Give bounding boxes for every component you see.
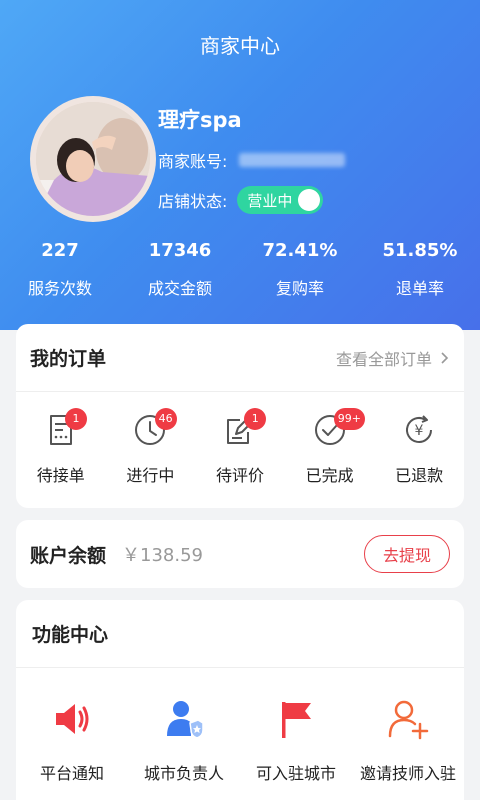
order-badge: 1 [65, 408, 87, 430]
account-value-blurred [239, 153, 346, 167]
func-city-manager[interactable]: 城市负责人 [128, 698, 240, 784]
order-badge: 99+ [333, 408, 365, 430]
status-value: 营业中 [247, 191, 293, 210]
chevron-right-icon [441, 351, 449, 364]
stat-refund-rate[interactable]: 51.85% 退单率 [360, 240, 480, 299]
order-pending[interactable]: 1 待接单 [16, 408, 106, 507]
account-row: 商家账号: [158, 148, 346, 172]
func-label: 平台通知 [39, 764, 104, 783]
status-row: 店铺状态: 营业中 [158, 186, 324, 214]
function-center-header: 功能中心 [16, 600, 464, 668]
status-label: 店铺状态: [158, 192, 228, 211]
order-badge: 46 [154, 408, 177, 430]
order-label: 已完成 [305, 466, 354, 485]
stat-value: 51.85% [382, 240, 458, 261]
order-status-row: 1 待接单 46 进行中 1 待评价 99+ 已完成 ¥ 已退款 [16, 392, 464, 507]
balance-title: 账户余额 [30, 544, 107, 567]
stat-label: 退单率 [395, 279, 444, 298]
toggle-knob [298, 189, 321, 211]
account-label: 商家账号: [158, 152, 228, 171]
balance-card: 账户余额 ￥138.59 去提现 [16, 520, 464, 588]
order-to-review[interactable]: 1 待评价 [195, 408, 285, 507]
header: 商家中心 理疗spa 商家账号: 店铺状态: 营业中 227 服务次数 1734… [0, 0, 480, 330]
orders-header: 我的订单 查看全部订单 [16, 324, 464, 392]
order-label: 已退款 [395, 466, 444, 485]
view-all-orders-link[interactable]: 查看全部订单 [336, 346, 450, 370]
order-label: 待评价 [215, 466, 264, 485]
func-invite-technician[interactable]: 邀请技师入驻 [352, 698, 464, 784]
refund-icon: ¥ [406, 415, 433, 443]
order-refunded[interactable]: ¥ 已退款 [374, 412, 464, 507]
stat-repurchase-rate[interactable]: 72.41% 复购率 [240, 240, 360, 299]
stat-label: 成交金额 [147, 279, 212, 298]
withdraw-button[interactable]: 去提现 [364, 535, 450, 573]
stat-value: 17346 [148, 240, 212, 261]
city-manager-icon [167, 701, 204, 739]
shop-name: 理疗spa [158, 108, 242, 132]
avatar[interactable] [30, 96, 156, 222]
stat-label: 复购率 [275, 279, 324, 298]
order-in-progress[interactable]: 46 进行中 [106, 408, 196, 507]
stats-bar: 227 服务次数 17346 成交金额 72.41% 复购率 51.85% 退单… [0, 240, 480, 299]
page-title: 商家中心 [200, 34, 280, 58]
stat-value: 227 [41, 240, 79, 261]
function-center-card: 功能中心 平台通知 城市负责人 可入驻城市 邀请技师入驻 [16, 600, 464, 800]
func-platform-notice[interactable]: 平台通知 [16, 698, 128, 784]
status-toggle[interactable]: 营业中 [237, 186, 324, 214]
order-badge: 1 [244, 408, 267, 430]
order-label: 待接单 [36, 466, 85, 485]
order-completed[interactable]: 99+ 已完成 [285, 408, 375, 507]
stat-deal-amount[interactable]: 17346 成交金额 [120, 240, 240, 299]
function-row: 平台通知 城市负责人 可入驻城市 邀请技师入驻 [16, 668, 464, 784]
func-label: 可入驻城市 [255, 764, 336, 783]
view-all-label: 查看全部订单 [335, 349, 432, 369]
function-center-title: 功能中心 [32, 624, 109, 646]
balance-value: ￥138.59 [122, 545, 203, 566]
stat-value: 72.41% [262, 240, 338, 261]
order-label: 进行中 [126, 466, 175, 485]
orders-title: 我的订单 [30, 348, 107, 370]
func-available-cities[interactable]: 可入驻城市 [240, 698, 352, 784]
stat-service-count[interactable]: 227 服务次数 [0, 240, 120, 299]
speaker-icon [56, 704, 89, 734]
func-label: 城市负责人 [143, 764, 224, 783]
func-label: 邀请技师入驻 [359, 764, 456, 783]
flag-icon [282, 702, 311, 738]
invite-user-icon [388, 700, 429, 740]
svg-text:¥: ¥ [415, 423, 424, 439]
avatar-photo [36, 102, 150, 216]
orders-card: 我的订单 查看全部订单 1 待接单 46 进行中 1 待评价 99+ 已完成 ¥… [16, 324, 464, 508]
stat-label: 服务次数 [27, 279, 92, 298]
